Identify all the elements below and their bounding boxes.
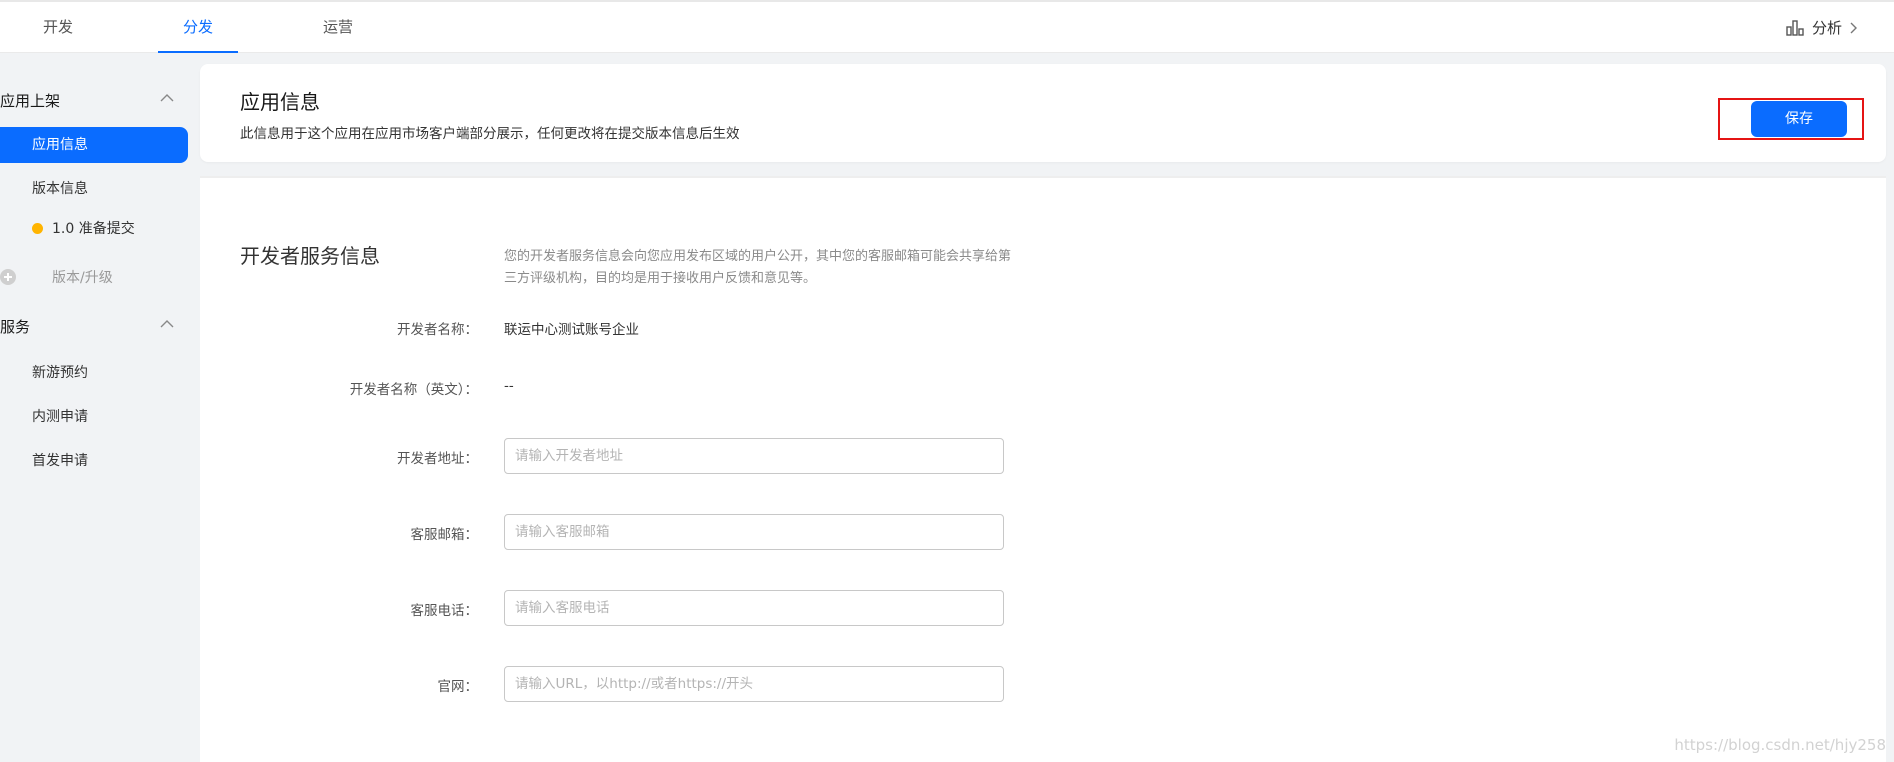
sidebar-group-app-listing[interactable]: 应用上架 xyxy=(0,85,180,115)
section-note: 您的开发者服务信息会向您应用发布区域的用户公开，其中您的客服邮箱可能会共享给第三… xyxy=(504,249,1012,286)
website-label: 官网： xyxy=(437,679,479,695)
developer-name-en-value: -- xyxy=(504,378,514,394)
chevron-up-icon xyxy=(160,94,174,102)
bar-chart-icon xyxy=(1786,19,1804,36)
sidebar-item-upgrade[interactable]: 版本/升级 xyxy=(0,259,113,295)
sidebar-group-label: 服务 xyxy=(0,317,31,336)
sidebar-item-version-status[interactable]: 1.0 准备提交 xyxy=(0,211,188,247)
service-email-field[interactable] xyxy=(504,514,1004,550)
analysis-label: 分析 xyxy=(1811,19,1842,37)
section-title: 开发者服务信息 xyxy=(240,244,380,268)
watermark: https://blog.csdn.net/hjy258 xyxy=(1674,736,1886,754)
status-dot-icon xyxy=(32,222,43,234)
page-description: 此信息用于这个应用在应用市场客户端部分展示，任何更改将在提交版本信息后生效 xyxy=(240,126,740,142)
analysis-link[interactable]: 分析 xyxy=(1786,2,1866,53)
upgrade-label: 版本/升级 xyxy=(52,270,113,286)
sidebar-group-label: 应用上架 xyxy=(0,91,61,110)
sidebar-item-beta[interactable]: 内测申请 xyxy=(0,399,188,435)
developer-address-label: 开发者地址： xyxy=(397,451,478,467)
top-nav-bar: 开发 分发 运营 分析 xyxy=(0,0,1894,53)
sidebar: 应用上架 应用信息 版本信息 1.0 准备提交 版本/升级 服务 新游预约 内测… xyxy=(0,53,198,762)
version-status-label: 1.0 准备提交 xyxy=(52,221,135,237)
service-phone-field[interactable] xyxy=(504,590,1004,626)
save-button[interactable]: 保存 xyxy=(1751,101,1847,137)
chevron-right-icon xyxy=(1850,22,1857,33)
developer-name-en-label: 开发者名称（英文）： xyxy=(349,382,478,398)
sidebar-item-launch[interactable]: 首发申请 xyxy=(0,443,188,479)
service-phone-label: 客服电话： xyxy=(410,603,479,619)
sidebar-item-app-info[interactable]: 应用信息 xyxy=(0,127,188,163)
sidebar-item-new-game[interactable]: 新游预约 xyxy=(0,355,188,391)
sidebar-item-version-info[interactable]: 版本信息 xyxy=(0,171,188,207)
service-email-label: 客服邮箱： xyxy=(410,527,479,543)
sidebar-group-service[interactable]: 服务 xyxy=(0,311,180,341)
tab-operate[interactable]: 运营 xyxy=(298,2,378,53)
developer-name-value: 联运中心测试账号企业 xyxy=(504,322,639,338)
developer-name-label: 开发者名称： xyxy=(397,322,478,338)
developer-address-field[interactable] xyxy=(504,438,1004,474)
tab-distribute[interactable]: 分发 xyxy=(158,2,238,53)
chevron-up-icon xyxy=(160,320,174,328)
plus-circle-icon xyxy=(0,269,16,285)
page-title: 应用信息 xyxy=(240,90,320,114)
developer-info-card: 开发者服务信息 您的开发者服务信息会向您应用发布区域的用户公开，其中您的客服邮箱… xyxy=(200,176,1886,762)
tab-develop[interactable]: 开发 xyxy=(18,2,98,53)
website-field[interactable] xyxy=(504,666,1004,702)
app-info-header-card: 应用信息 此信息用于这个应用在应用市场客户端部分展示，任何更改将在提交版本信息后… xyxy=(200,64,1886,162)
